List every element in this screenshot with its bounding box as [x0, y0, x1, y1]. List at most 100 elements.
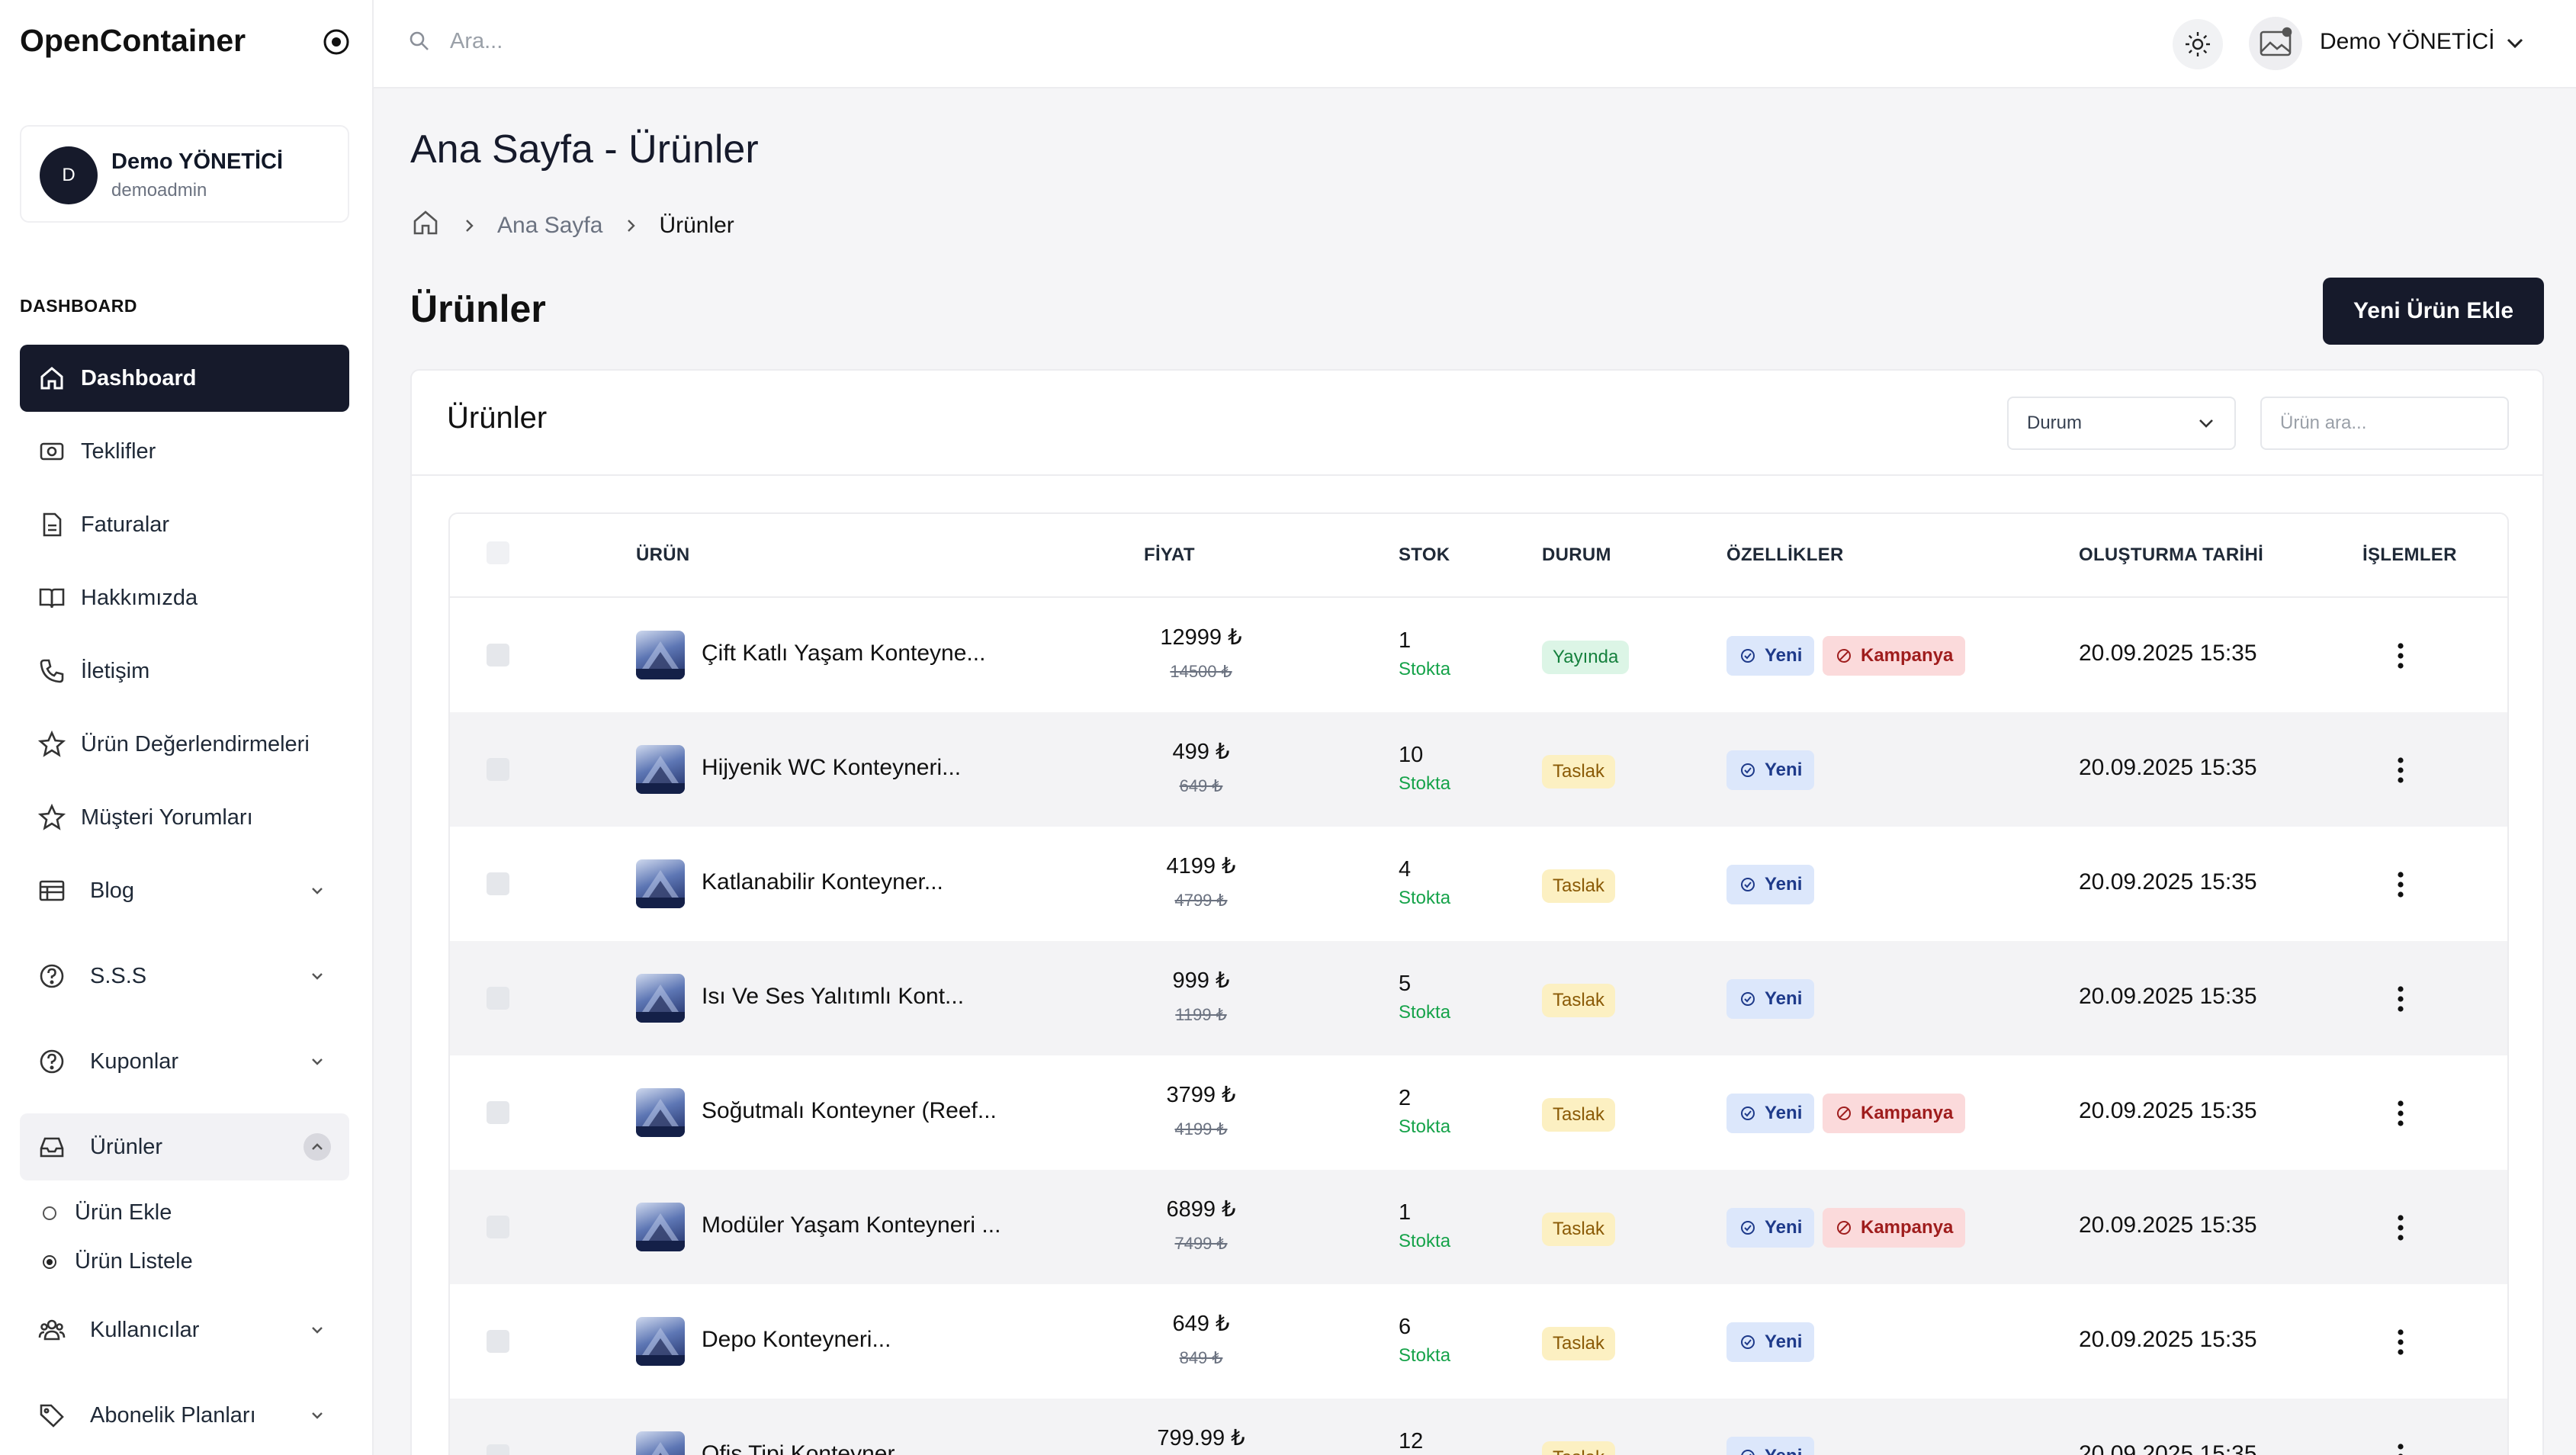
table-row[interactable]: Depo Konteyneri... 649 ₺ 849 ₺ 6 Stokta Tasla…	[450, 1284, 2507, 1399]
more-actions-icon[interactable]	[2384, 1324, 2417, 1360]
sidebar-toggle-icon[interactable]	[321, 27, 352, 57]
profile-card[interactable]: D Demo YÖNETİCİ demoadmin	[20, 125, 349, 223]
chevron-down-icon[interactable]	[304, 1402, 331, 1429]
old-price: 7499 ₺	[1174, 1234, 1228, 1253]
chevron-down-icon[interactable]	[304, 1316, 331, 1344]
status-filter-select[interactable]: Durum	[2007, 397, 2236, 450]
user-avatar[interactable]	[2249, 17, 2302, 70]
sidebar-subitem-urun-listele[interactable]: Ürün Listele	[43, 1249, 193, 1274]
more-actions-icon[interactable]	[2384, 752, 2417, 789]
table-row[interactable]: Ofis Tipi Konteyner799.99 ₺12StoktaTasla…	[450, 1399, 2507, 1455]
sidebar-item-faturalar[interactable]: Faturalar	[20, 491, 349, 558]
feature-tag-label: Yeni	[1765, 1217, 1803, 1238]
row-checkbox[interactable]	[487, 1330, 509, 1353]
feature-tag: Yeni	[1726, 750, 1815, 790]
table-row[interactable]: Isı Ve Ses Yalıtımlı Kont... 999 ₺ 1199 ₺ 5…	[450, 941, 2507, 1055]
table-row[interactable]: Katlanabilir Konteyner... 4199 ₺ 4799 ₺ 4 St…	[450, 827, 2507, 941]
sidebar-subitem-urun-ekle[interactable]: Ürün Ekle	[43, 1200, 172, 1225]
chevron-down-icon[interactable]	[304, 1048, 331, 1075]
sidebar-item-label: İletişim	[81, 658, 150, 683]
sidebar-item-musteri-yorumlari[interactable]: Müşteri Yorumları	[20, 784, 349, 851]
price: 3799 ₺	[1166, 1083, 1236, 1107]
product-name[interactable]: Çift Katlı Yaşam Konteyne...	[702, 641, 985, 666]
inbox-icon	[37, 1132, 67, 1162]
created-date: 20.09.2025 15:35	[2079, 869, 2257, 895]
document-icon	[37, 509, 67, 540]
column-header[interactable]: OLUŞTURMA TARİHİ	[2079, 544, 2263, 566]
row-checkbox[interactable]	[487, 644, 509, 666]
check-circle-icon	[1739, 1104, 1757, 1123]
product-name[interactable]: Hijyenik WC Konteyneri...	[702, 755, 961, 781]
home-icon[interactable]	[410, 207, 441, 244]
product-name[interactable]: Soğutmalı Konteyner (Reef...	[702, 1098, 997, 1124]
sidebar-item-abonelik-planlari[interactable]: Abonelik Planları	[20, 1382, 349, 1449]
more-actions-icon[interactable]	[2384, 1209, 2417, 1246]
chevron-down-icon[interactable]	[304, 877, 331, 904]
row-checkbox[interactable]	[487, 1444, 509, 1455]
product-name[interactable]: Isı Ve Ses Yalıtımlı Kont...	[702, 984, 964, 1010]
column-header[interactable]: ÜRÜN	[636, 544, 690, 566]
table-row[interactable]: Hijyenik WC Konteyneri... 499 ₺ 649 ₺ 10 Sto…	[450, 712, 2507, 827]
chevron-down-icon[interactable]	[2501, 29, 2529, 56]
product-thumbnail	[636, 1431, 685, 1455]
breadcrumb: Ana Sayfa Ürünler	[410, 209, 734, 242]
chevron-down-icon[interactable]	[304, 962, 331, 990]
sidebar-item-hakkimizda[interactable]: Hakkımızda	[20, 564, 349, 631]
column-header[interactable]: STOK	[1399, 544, 1450, 566]
sidebar-item-urunler[interactable]: Ürünler	[20, 1113, 349, 1180]
more-actions-icon[interactable]	[2384, 1095, 2417, 1132]
sidebar-item-label: Ürün Değerlendirmeleri	[81, 731, 310, 756]
stock-count: 2	[1399, 1086, 1412, 1110]
row-checkbox[interactable]	[487, 758, 509, 781]
feature-tag: Kampanya	[1823, 1094, 1966, 1133]
sidebar-item-urun-degerlendirmeleri[interactable]: Ürün Değerlendirmeleri	[20, 711, 349, 778]
sidebar-item-teklifler[interactable]: Teklifler	[20, 418, 349, 485]
chevron-up-icon[interactable]	[304, 1133, 331, 1161]
select-all-checkbox[interactable]	[487, 541, 509, 564]
row-checkbox[interactable]	[487, 1101, 509, 1124]
row-checkbox[interactable]	[487, 872, 509, 895]
status-badge: Taslak	[1542, 984, 1616, 1017]
more-actions-icon[interactable]	[2384, 1438, 2417, 1455]
product-name[interactable]: Depo Konteyneri...	[702, 1327, 891, 1353]
product-name[interactable]: Modüler Yaşam Konteyneri ...	[702, 1212, 1001, 1238]
table-row[interactable]: Çift Katlı Yaşam Konteyne... 12999 ₺ 14500…	[450, 598, 2507, 712]
sidebar-item-blog[interactable]: Blog	[20, 857, 349, 924]
sidebar-item-sss[interactable]: S.S.S	[20, 943, 349, 1010]
feature-tag-label: Kampanya	[1861, 1103, 1954, 1123]
phone-icon	[37, 656, 67, 686]
table-row[interactable]: Soğutmalı Konteyner (Reef... 3799 ₺ 4199 ₺…	[450, 1055, 2507, 1170]
row-checkbox[interactable]	[487, 1216, 509, 1238]
old-price: 14500 ₺	[1170, 662, 1232, 681]
created-date: 20.09.2025 15:35	[2079, 1327, 2257, 1352]
old-price: 1199 ₺	[1175, 1005, 1227, 1024]
column-header[interactable]: DURUM	[1542, 544, 1611, 566]
row-checkbox[interactable]	[487, 987, 509, 1010]
user-name[interactable]: Demo YÖNETİCİ	[2320, 29, 2495, 55]
table-row[interactable]: Modüler Yaşam Konteyneri ... 6899 ₺ 7499 ₺…	[450, 1170, 2507, 1284]
sidebar-item-kuponlar[interactable]: Kuponlar	[20, 1028, 349, 1095]
product-search-input[interactable]	[2260, 397, 2509, 450]
sidebar-item-kullanicilar[interactable]: Kullanıcılar	[20, 1296, 349, 1363]
product-name[interactable]: Ofis Tipi Konteyner	[702, 1441, 895, 1455]
product-name[interactable]: Katlanabilir Konteyner...	[702, 869, 943, 895]
chevron-right-icon	[619, 214, 642, 237]
image-placeholder-icon	[2260, 27, 2292, 56]
column-header[interactable]: FİYAT	[1144, 544, 1195, 566]
table-header: ÜRÜN FİYAT STOK DURUM ÖZELLİKLER OLUŞTUR…	[450, 514, 2507, 598]
theme-toggle-button[interactable]	[2173, 19, 2223, 69]
column-header[interactable]: ÖZELLİKLER	[1726, 544, 1844, 566]
more-actions-icon[interactable]	[2384, 638, 2417, 674]
feature-tag: Kampanya	[1823, 636, 1966, 676]
new-product-button[interactable]: Yeni Ürün Ekle	[2323, 278, 2544, 345]
old-price: 4799 ₺	[1174, 891, 1228, 910]
search-input[interactable]	[450, 24, 984, 58]
brand-logo[interactable]: OpenContainer	[20, 23, 246, 59]
stock-label: Stokta	[1399, 1231, 1451, 1251]
sidebar-item-dashboard[interactable]: Dashboard	[20, 345, 349, 412]
more-actions-icon[interactable]	[2384, 981, 2417, 1017]
sidebar-item-iletisim[interactable]: İletişim	[20, 638, 349, 705]
sidebar-subitem-label: Ürün Ekle	[75, 1200, 172, 1225]
more-actions-icon[interactable]	[2384, 866, 2417, 903]
breadcrumb-link[interactable]: Ana Sayfa	[497, 213, 602, 239]
